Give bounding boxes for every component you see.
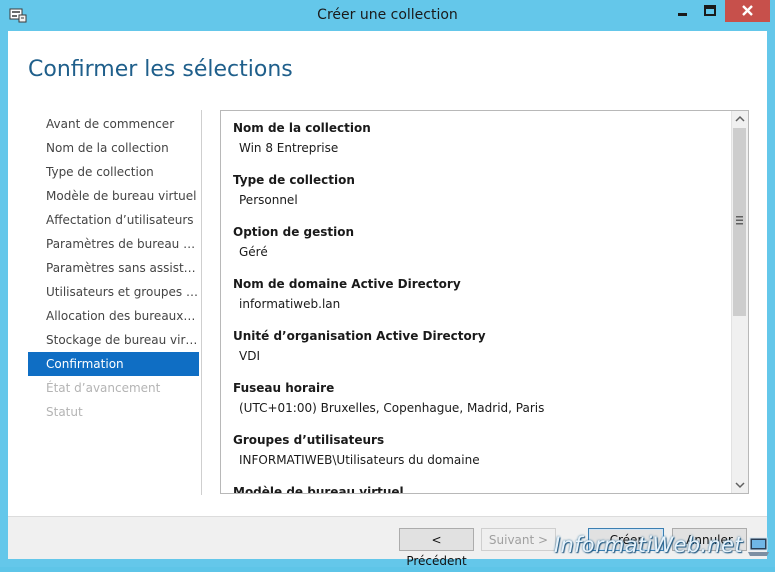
- next-button: Suivant >: [481, 528, 556, 551]
- field-value: (UTC+01:00) Bruxelles, Copenhague, Madri…: [239, 401, 545, 415]
- nav-step[interactable]: Stockage de bureau virtuel: [28, 328, 199, 352]
- summary-field: Option de gestion Géré: [233, 224, 723, 276]
- nav-step-disabled: État d’avancement: [46, 381, 161, 395]
- scroll-down-button[interactable]: [732, 476, 748, 493]
- nav-step[interactable]: Utilisateurs et groupes d’...: [28, 280, 199, 304]
- laptop-logo-icon: [748, 537, 769, 556]
- watermark-text: InformatiWeb.net: [554, 533, 743, 557]
- vertical-scrollbar[interactable]: [731, 111, 748, 493]
- scroll-up-button[interactable]: [732, 111, 748, 128]
- nav-step[interactable]: Avant de commencer: [28, 112, 199, 136]
- wizard-steps-nav: Avant de commencer Nom de la collection …: [28, 112, 199, 424]
- field-label: Nom de la collection: [233, 121, 371, 135]
- wizard-window: Créer une collection Confirmer les sélec…: [0, 0, 775, 568]
- title-bar[interactable]: Créer une collection: [0, 0, 775, 32]
- maximize-button[interactable]: [697, 0, 723, 22]
- nav-step[interactable]: Paramètres de bureau virt...: [28, 232, 199, 256]
- maximize-icon: [704, 5, 716, 16]
- field-label: Modèle de bureau virtuel: [233, 485, 404, 494]
- nav-step-active[interactable]: Confirmation: [28, 352, 199, 376]
- field-value: informatiweb.lan: [239, 297, 341, 311]
- summary-field: Fuseau horaire (UTC+01:00) Bruxelles, Co…: [233, 380, 723, 432]
- page-title: Confirmer les sélections: [28, 57, 293, 82]
- chevron-down-icon: [735, 482, 745, 489]
- field-value: Personnel: [239, 193, 298, 207]
- summary-field: Unité d’organisation Active Directory VD…: [233, 328, 723, 380]
- field-label: Option de gestion: [233, 225, 355, 239]
- nav-step[interactable]: Nom de la collection: [28, 136, 199, 160]
- field-label: Type de collection: [233, 173, 355, 187]
- nav-step[interactable]: Type de collection: [28, 160, 199, 184]
- scroll-thumb[interactable]: [733, 128, 746, 316]
- summary-field: Nom de domaine Active Directory informat…: [233, 276, 723, 328]
- summary-field: Type de collection Personnel: [233, 172, 723, 224]
- summary-panel[interactable]: Nom de la collection Win 8 Entreprise Ty…: [220, 110, 749, 494]
- field-value: Géré: [239, 245, 268, 259]
- field-value: Win 8 Entreprise: [239, 141, 339, 155]
- nav-step[interactable]: Affectation d’utilisateurs: [28, 208, 199, 232]
- nav-step[interactable]: Modèle de bureau virtuel: [28, 184, 199, 208]
- window-title: Créer une collection: [317, 7, 458, 23]
- field-label: Groupes d’utilisateurs: [233, 433, 385, 447]
- field-label: Unité d’organisation Active Directory: [233, 329, 486, 343]
- summary-field: Modèle de bureau virtuel: [233, 484, 723, 494]
- nav-step-disabled: Statut: [46, 405, 83, 419]
- minimize-button[interactable]: [669, 0, 695, 22]
- summary-list: Nom de la collection Win 8 Entreprise Ty…: [233, 120, 723, 494]
- grip-icon: [736, 216, 743, 225]
- field-value: VDI: [239, 349, 260, 363]
- nav-step[interactable]: Paramètres sans assistance: [28, 256, 199, 280]
- summary-field: Groupes d’utilisateurs INFORMATIWEB\Util…: [233, 432, 723, 484]
- close-button[interactable]: [725, 0, 770, 22]
- minimize-icon: [678, 13, 687, 16]
- previous-button[interactable]: < Précédent: [399, 528, 474, 568]
- field-value: INFORMATIWEB\Utilisateurs du domaine: [239, 453, 480, 467]
- chevron-up-icon: [735, 115, 745, 122]
- summary-field: Nom de la collection Win 8 Entreprise: [233, 120, 723, 172]
- close-icon: [742, 5, 753, 16]
- nav-step[interactable]: Allocation des bureaux vir...: [28, 304, 199, 328]
- field-label: Nom de domaine Active Directory: [233, 277, 461, 291]
- nav-divider: [201, 110, 202, 495]
- wizard-body: Confirmer les sélections Avant de commen…: [8, 31, 767, 516]
- field-label: Fuseau horaire: [233, 381, 335, 395]
